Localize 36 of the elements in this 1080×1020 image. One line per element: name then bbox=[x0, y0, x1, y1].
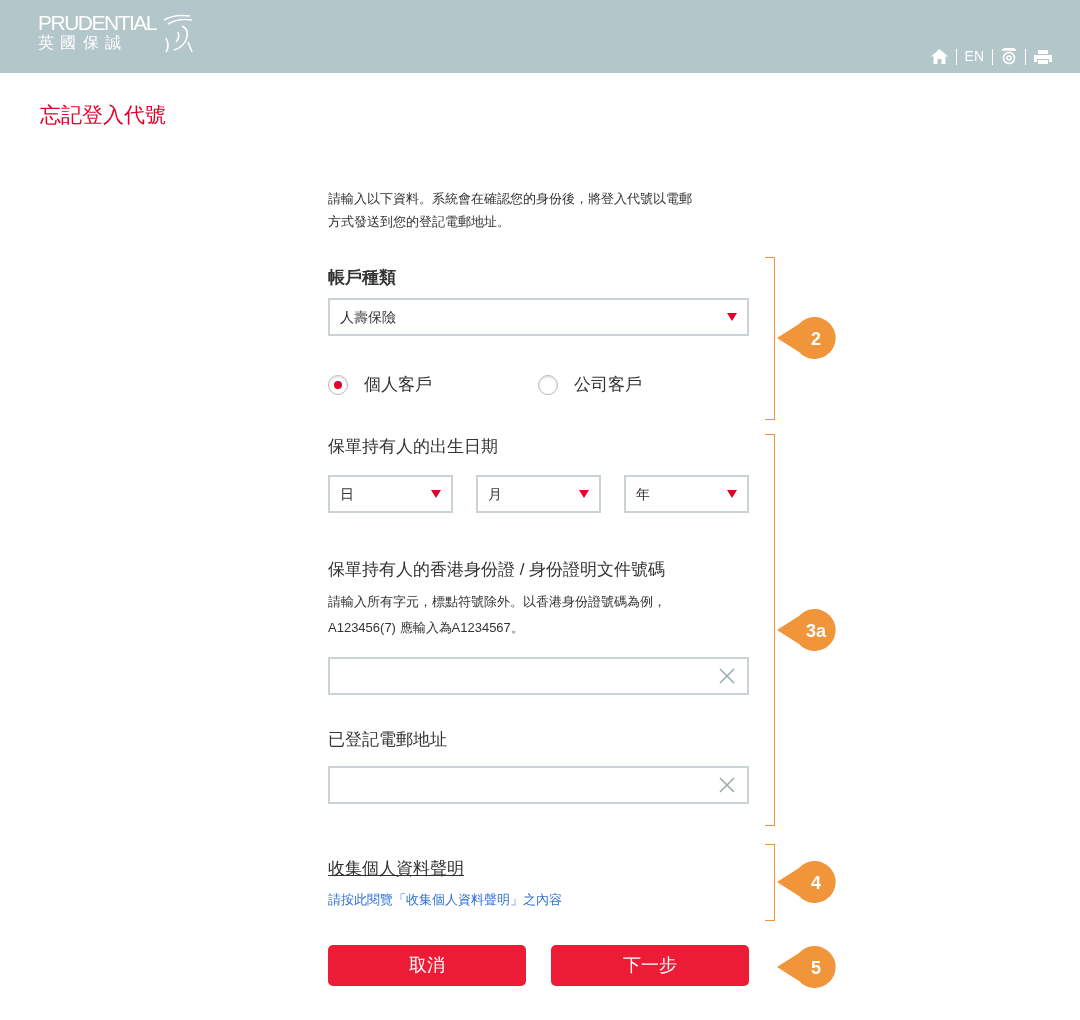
caret-icon bbox=[431, 490, 441, 498]
caret-icon bbox=[727, 490, 737, 498]
callout-bubble: 5 bbox=[777, 944, 837, 989]
clear-icon[interactable] bbox=[719, 667, 735, 684]
callout-bubble: 3a bbox=[777, 607, 837, 652]
radio-button[interactable] bbox=[328, 374, 348, 395]
account-type-select[interactable]: 人壽保險 bbox=[328, 298, 749, 336]
date-select[interactable]: 月 bbox=[476, 475, 601, 513]
date-select[interactable]: 日 bbox=[328, 475, 453, 513]
text-field[interactable] bbox=[328, 656, 749, 695]
privacy-heading: 收集個人資料聲明 bbox=[328, 858, 465, 880]
field-label: 已登記電郵地址 bbox=[328, 728, 448, 751]
caret-icon bbox=[727, 313, 737, 321]
next-button[interactable]: 下一步 bbox=[551, 944, 749, 986]
text-field[interactable] bbox=[328, 766, 749, 804]
field-label: 保單持有人的香港身份證 / 身份證明文件號碼 bbox=[328, 559, 667, 581]
phone-icon[interactable] bbox=[1001, 48, 1017, 65]
date-select[interactable]: 年 bbox=[624, 475, 749, 513]
cancel-button[interactable]: 取消 bbox=[328, 944, 526, 986]
page-title: 忘記登入代號 bbox=[40, 102, 167, 128]
radio-label[interactable]: 個人客戶 bbox=[364, 372, 432, 398]
logo-text: PRUDENTIAL bbox=[38, 12, 157, 33]
field-label: 帳戶種類 bbox=[328, 266, 397, 289]
callout-bubble: 2 bbox=[777, 316, 837, 360]
radio-button[interactable] bbox=[538, 374, 558, 395]
print-icon[interactable] bbox=[1034, 49, 1052, 64]
intro-text: 請輸入以下資料。系統會在確認您的身份後，將登入代號以電郵 方式發送到您的登記電郵地址。 bbox=[328, 189, 693, 231]
radio-label[interactable]: 公司客戶 bbox=[574, 372, 642, 398]
clear-icon[interactable] bbox=[719, 777, 735, 793]
hint-text: 請輸入所有字元，標點符號除外。以香港身份證號碼為例， A123456(7) 應輸入為A1234567。 bbox=[328, 592, 667, 637]
caret-icon bbox=[579, 490, 589, 498]
privacy-link[interactable]: 請按此閱覽「收集個人資料聲明」之內容 bbox=[328, 889, 562, 909]
callout-bubble: 4 bbox=[777, 860, 837, 905]
logo-subtext: 英 國 保 誠 bbox=[38, 33, 124, 53]
home-icon[interactable] bbox=[930, 49, 948, 64]
field-label: 保單持有人的出生日期 bbox=[328, 435, 499, 458]
